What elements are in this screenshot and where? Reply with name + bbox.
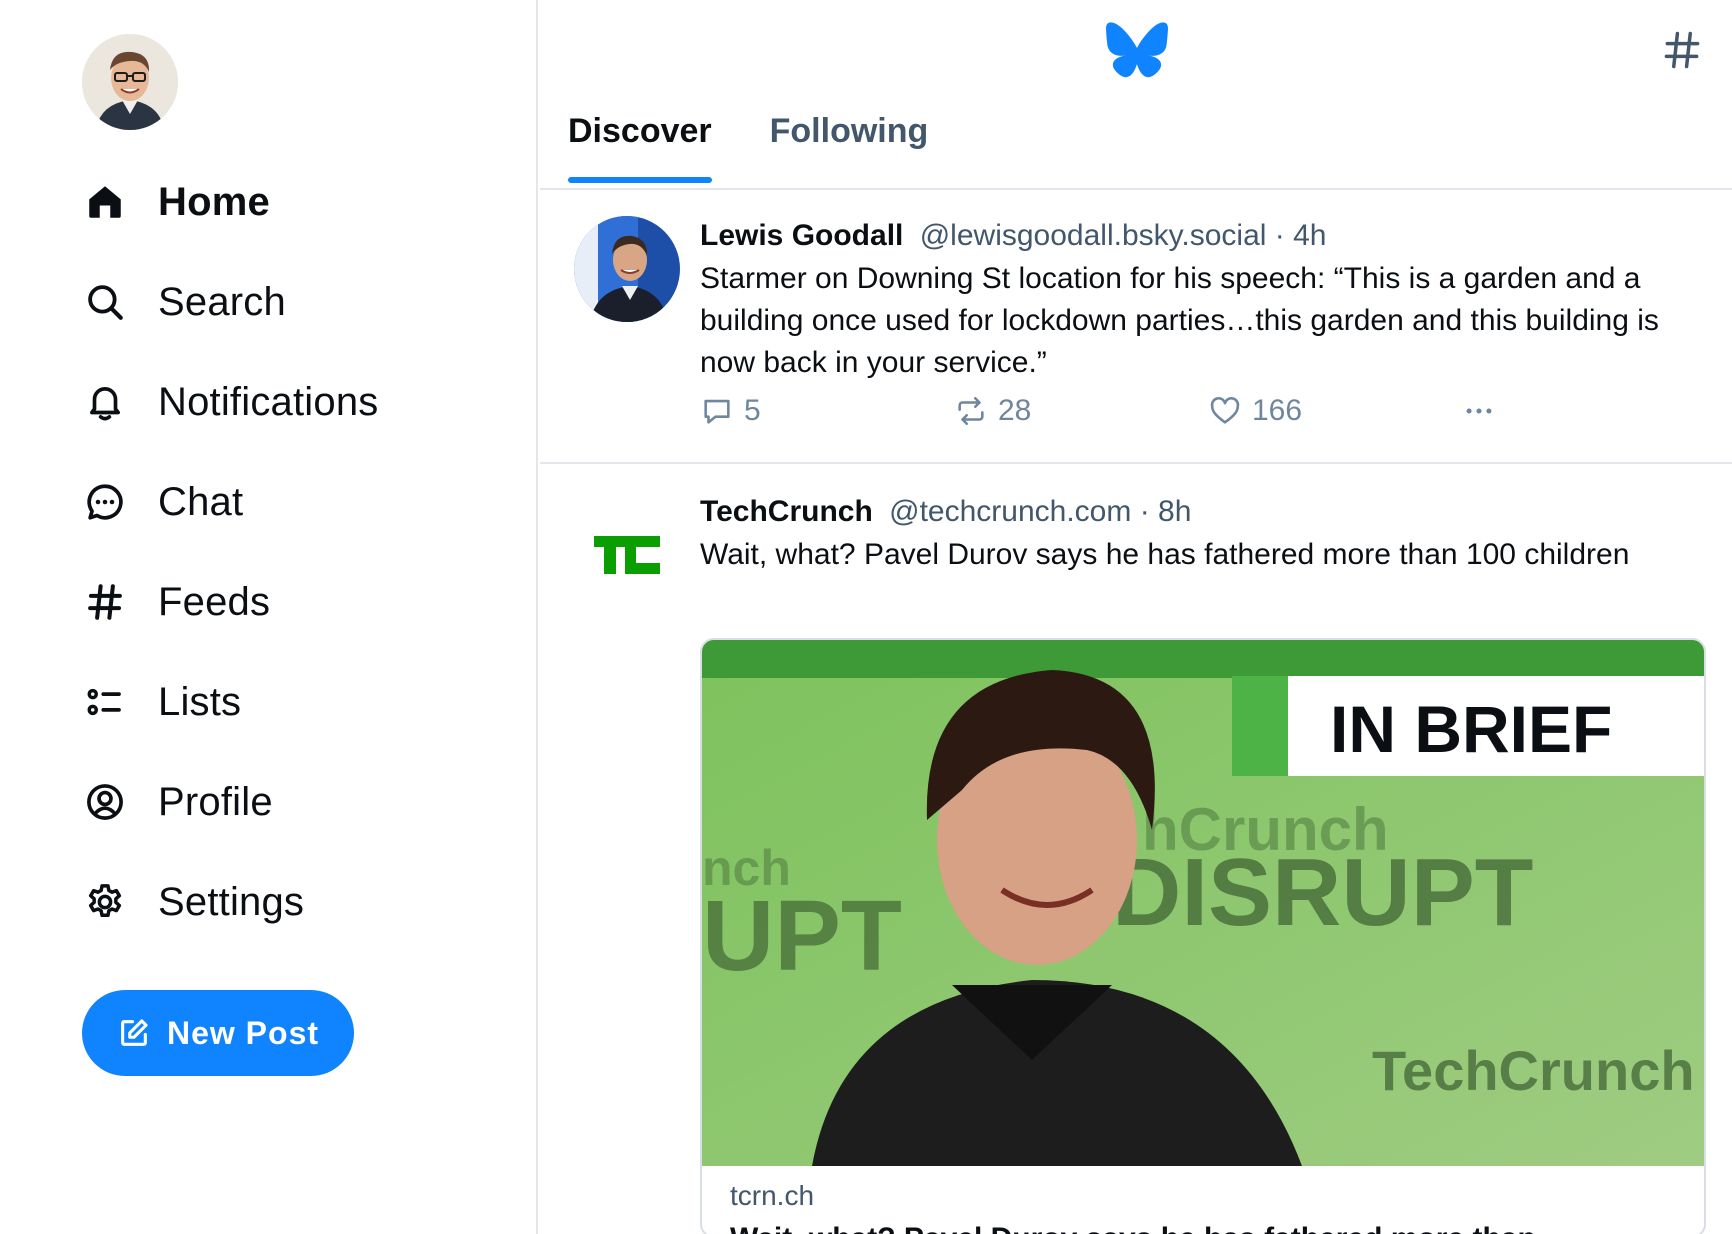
post-body: TechCrunch @techcrunch.com · 8h Wait, wh… <box>700 492 1702 576</box>
nav-label-search: Search <box>158 279 286 324</box>
link-card-image: hCrunch DISRUPT nch UPT TechCrunch IN BR… <box>702 640 1704 1166</box>
nav-label-home: Home <box>158 179 270 224</box>
hash-icon <box>84 576 136 628</box>
in-brief-banner: IN BRIEF <box>1330 692 1612 766</box>
author-handle[interactable]: @lewisgoodall.bsky.social <box>920 219 1267 252</box>
nav-label-profile: Profile <box>158 779 273 824</box>
nav-item-settings[interactable]: Settings <box>84 852 378 952</box>
nav-item-home[interactable]: Home <box>84 152 378 252</box>
feeds-hash-button[interactable] <box>1660 28 1704 72</box>
avatar[interactable] <box>574 216 680 322</box>
link-card[interactable]: hCrunch DISRUPT nch UPT TechCrunch IN BR… <box>700 638 1706 1234</box>
compose-icon <box>121 1019 148 1046</box>
author-name[interactable]: Lewis Goodall <box>700 219 903 252</box>
separator-dot: · <box>1274 219 1285 252</box>
new-post-label: New Post <box>166 1014 320 1051</box>
heart-icon <box>1210 397 1240 424</box>
avatar[interactable] <box>82 34 178 130</box>
post-text: Starmer on Downing St location for his s… <box>700 262 1659 379</box>
repost-icon <box>958 396 984 426</box>
post-time[interactable]: 8h <box>1158 495 1191 528</box>
nav-item-lists[interactable]: Lists <box>84 652 378 752</box>
nav-item-chat[interactable]: Chat <box>84 452 378 552</box>
like-count: 166 <box>1252 394 1303 427</box>
nav-label-feeds: Feeds <box>158 579 271 624</box>
nav-item-notifications[interactable]: Notifications <box>84 352 378 452</box>
chat-bubble-icon <box>84 476 136 528</box>
nav-label-lists: Lists <box>158 679 242 724</box>
repost-count: 28 <box>998 394 1032 427</box>
repost-button[interactable]: 28 <box>954 394 1031 428</box>
ellipsis-icon <box>1466 408 1492 414</box>
nav-item-feeds[interactable]: Feeds <box>84 552 378 652</box>
nav-label-notifications: Notifications <box>158 379 379 424</box>
bg-brand-text: TechCrunch <box>1372 1039 1695 1102</box>
reply-icon <box>704 399 730 424</box>
tab-discover[interactable]: Discover <box>568 112 712 183</box>
author-name[interactable]: TechCrunch <box>700 495 873 528</box>
post-time[interactable]: 4h <box>1293 219 1326 252</box>
butterfly-icon[interactable] <box>1106 22 1168 78</box>
techcrunch-logo <box>574 502 680 608</box>
like-button[interactable]: 166 <box>1208 394 1302 428</box>
new-post-button[interactable]: New Post <box>82 990 354 1076</box>
more-options-button[interactable] <box>1462 394 1506 428</box>
feed-post[interactable]: TechCrunch @techcrunch.com · 8h Wait, wh… <box>540 466 1732 1234</box>
primary-nav: Home Search Notifications Chat Feeds Lis… <box>84 152 378 952</box>
sidebar: Home Search Notifications Chat Feeds Lis… <box>0 0 538 1234</box>
user-circle-icon <box>84 776 136 828</box>
nav-item-profile[interactable]: Profile <box>84 752 378 852</box>
reply-count: 5 <box>744 394 761 427</box>
link-domain: tcrn.ch <box>730 1180 815 1211</box>
home-icon <box>84 176 136 228</box>
feed-post[interactable]: Lewis Goodall @lewisgoodall.bsky.social … <box>540 190 1732 464</box>
feed-tabs: Discover Following <box>568 112 986 183</box>
post-header: Lewis Goodall @lewisgoodall.bsky.social … <box>700 216 1702 256</box>
link-title: Wait, what? Pavel Durov says he has fath… <box>730 1222 1536 1234</box>
post-text: Wait, what? Pavel Durov says he has fath… <box>700 538 1630 571</box>
reply-button[interactable]: 5 <box>700 394 761 428</box>
separator-dot: · <box>1139 495 1150 528</box>
post-body: Lewis Goodall @lewisgoodall.bsky.social … <box>700 216 1702 384</box>
app-root: Home Search Notifications Chat Feeds Lis… <box>0 0 1732 1234</box>
gear-icon <box>84 876 136 928</box>
bg-brand-text: DISRUPT <box>1112 839 1533 946</box>
bg-brand-text: UPT <box>702 880 902 992</box>
tab-following[interactable]: Following <box>770 112 929 183</box>
list-icon <box>84 676 136 728</box>
author-handle[interactable]: @techcrunch.com <box>889 495 1131 528</box>
nav-label-settings: Settings <box>158 879 305 924</box>
bell-icon <box>84 376 136 428</box>
main-feed: Discover Following Lewis Goodall @lewisg… <box>540 0 1732 1234</box>
post-actions: 5 28 166 <box>700 394 1500 434</box>
post-header: TechCrunch @techcrunch.com · 8h <box>700 492 1702 532</box>
avatar[interactable] <box>574 502 680 608</box>
search-icon <box>84 276 136 328</box>
nav-item-search[interactable]: Search <box>84 252 378 352</box>
nav-label-chat: Chat <box>158 479 244 524</box>
